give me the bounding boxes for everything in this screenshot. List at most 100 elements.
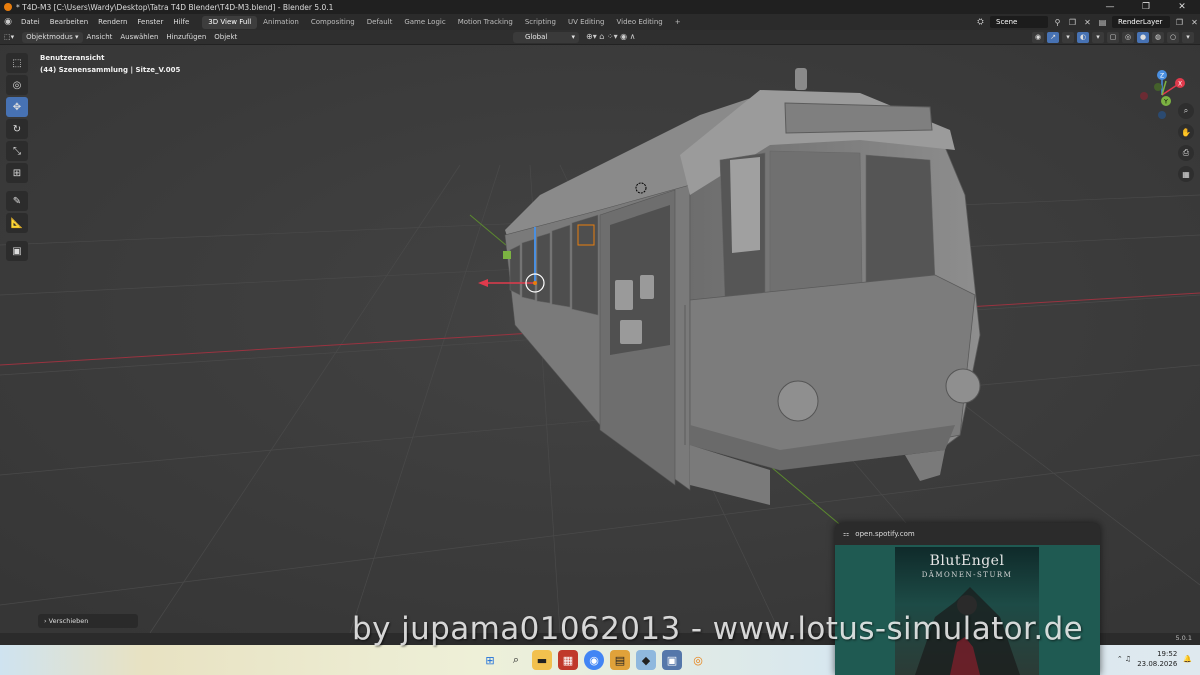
measure-tool-icon[interactable]: 📐 [6, 213, 28, 233]
search-icon[interactable]: ⌕ [506, 650, 526, 670]
delete-scene-icon[interactable]: ✕ [1082, 17, 1093, 28]
title-bar: * T4D-M3 [C:\Users\Wardy\Desktop\Tatra T… [0, 0, 1200, 14]
visibility-icon[interactable]: ◉ [1032, 32, 1044, 43]
viewport-info: Benutzeransicht (44) Szenensammlung | Si… [40, 52, 180, 76]
blender-taskbar-icon[interactable]: ◎ [688, 650, 708, 670]
wireframe-shading-icon[interactable]: ◎ [1122, 32, 1134, 43]
menu-object[interactable]: Objekt [210, 33, 241, 41]
delete-layer-icon[interactable]: ✕ [1189, 17, 1200, 28]
close-button[interactable]: ✕ [1164, 0, 1200, 14]
add-cube-tool-icon[interactable]: ▣ [6, 241, 28, 261]
menu-file[interactable]: Datei [16, 18, 45, 26]
chrome-icon[interactable]: ◉ [584, 650, 604, 670]
tab-video-editing[interactable]: Video Editing [610, 16, 668, 29]
system-tray: ⌃ ♫ 19:52 23.08.2026 🔔 [1117, 649, 1192, 669]
camera-view-icon[interactable]: ⎙ [1178, 145, 1194, 161]
z-axis-label: Z [1160, 73, 1164, 80]
popup-url: open.spotify.com [855, 530, 915, 538]
view-name: Benutzeransicht [40, 54, 105, 62]
perspective-grid-icon[interactable]: ▦ [1178, 166, 1194, 182]
app-icon-3[interactable]: ◆ [636, 650, 656, 670]
tab-3d-view-full[interactable]: 3D View Full [202, 15, 258, 29]
neg-y-axis-ball[interactable] [1154, 83, 1162, 91]
solid-shading-icon[interactable]: ● [1137, 32, 1149, 43]
neg-z-axis-ball[interactable] [1158, 111, 1166, 119]
menu-select[interactable]: Auswählen [116, 33, 162, 41]
top-menu-bar: ◉ Datei Bearbeiten Rendern Fenster Hilfe… [0, 14, 1200, 30]
cursor-tool-icon[interactable]: ◎ [6, 75, 28, 95]
x-axis-label: X [1178, 81, 1182, 88]
maximize-button[interactable]: ❐ [1128, 0, 1164, 14]
zoom-icon[interactable]: ⌕ [1178, 103, 1194, 119]
move-tool-icon[interactable]: ✥ [6, 97, 28, 117]
popup-body: BlutEngel DÄMONEN-STURM [835, 545, 1100, 675]
mode-dropdown[interactable]: Objektmodus ▾ [22, 31, 83, 43]
overlay-toggle-icon[interactable]: ◐ [1077, 32, 1089, 43]
material-shading-icon[interactable]: ◍ [1152, 32, 1164, 43]
new-scene-icon[interactable]: ❐ [1067, 17, 1078, 28]
tab-game-logic[interactable]: Game Logic [398, 16, 451, 29]
add-workspace-button[interactable]: + [669, 16, 687, 29]
transform-tool-icon[interactable]: ⊞ [6, 163, 28, 183]
rotate-tool-icon[interactable]: ↻ [6, 119, 28, 139]
file-explorer-icon[interactable]: ▬ [532, 650, 552, 670]
navigation-buttons: ⌕ ✋ ⎙ ▦ [1178, 103, 1194, 182]
menu-add[interactable]: Hinzufügen [162, 33, 210, 41]
tool-shelf: ⬚ ◎ ✥ ↻ ⤡ ⊞ ✎ 📐 ▣ [6, 53, 28, 261]
last-operator-panel[interactable]: › Verschieben [38, 614, 138, 628]
menu-window[interactable]: Fenster [132, 18, 168, 26]
notification-icon[interactable]: 🔔 [1183, 655, 1192, 663]
scale-tool-icon[interactable]: ⤡ [6, 141, 28, 161]
app-icon-1[interactable]: ▦ [558, 650, 578, 670]
editor-type-icon[interactable]: ⬚▾ [0, 33, 18, 41]
version-label: 5.0.1 [1175, 634, 1192, 642]
tray-icons[interactable]: ⌃ ♫ [1117, 655, 1131, 663]
rendered-shading-icon[interactable]: ○ [1167, 32, 1179, 43]
viewport-shading-controls: ◉ ↗ ▾ ◐ ▾ ▢ ◎ ● ◍ ○ ▾ [1032, 32, 1194, 43]
xray-icon[interactable]: ▢ [1107, 32, 1119, 43]
shading-dropdown-icon[interactable]: ▾ [1182, 32, 1194, 43]
mode-label: Objektmodus [26, 32, 73, 41]
new-layer-icon[interactable]: ❐ [1174, 17, 1185, 28]
pivot-snap-icons[interactable]: ⊕▾ ⌂ ⁘▾ ◉ ∧ [586, 32, 636, 41]
tab-motion-tracking[interactable]: Motion Tracking [452, 16, 519, 29]
app-icon-2[interactable]: ▤ [610, 650, 630, 670]
viewport-header: ⬚▾ Objektmodus ▾ Ansicht Auswählen Hinzu… [0, 30, 1200, 45]
tab-uv-editing[interactable]: UV Editing [562, 16, 611, 29]
app-icon-4[interactable]: ▣ [662, 650, 682, 670]
minimize-button[interactable]: — [1092, 0, 1128, 14]
menu-render[interactable]: Rendern [93, 18, 132, 26]
clock[interactable]: 19:52 23.08.2026 [1137, 649, 1177, 669]
window-controls: — ❐ ✕ [1092, 0, 1200, 14]
menu-help[interactable]: Hilfe [168, 18, 194, 26]
watermark-text: by jupama01062013 - www.lotus-simulator.… [352, 611, 1084, 647]
select-box-tool-icon[interactable]: ⬚ [6, 53, 28, 73]
view-layer-icon[interactable]: ▤ [1097, 17, 1108, 28]
tab-default[interactable]: Default [361, 16, 399, 29]
render-layer-field[interactable]: RenderLayer [1112, 16, 1170, 28]
scene-field[interactable]: Scene [990, 16, 1048, 28]
neg-x-axis-ball[interactable] [1140, 92, 1148, 100]
transform-orientation-dropdown[interactable]: Global ▾ [513, 32, 579, 43]
annotate-tool-icon[interactable]: ✎ [6, 191, 28, 211]
menu-view[interactable]: Ansicht [83, 33, 117, 41]
pin-icon[interactable]: ⚲ [1052, 17, 1063, 28]
spotify-media-popup[interactable]: ⚏ open.spotify.com BlutEngel DÄMONEN-STU… [835, 523, 1100, 675]
start-menu-icon[interactable]: ⊞ [480, 650, 500, 670]
time-label: 19:52 [1157, 650, 1178, 658]
blender-menu-icon[interactable]: ◉ [0, 17, 16, 27]
overlay-dropdown-icon[interactable]: ▾ [1092, 32, 1104, 43]
tab-compositing[interactable]: Compositing [305, 16, 361, 29]
scene-selectors: ⛭ Scene ⚲ ❐ ✕ ▤ RenderLayer ❐ ✕ [975, 14, 1200, 30]
orientation-label: Global [525, 33, 548, 41]
tab-scripting[interactable]: Scripting [519, 16, 562, 29]
gizmo-dropdown-icon[interactable]: ▾ [1062, 32, 1074, 43]
scene-icon[interactable]: ⛭ [975, 17, 986, 28]
window-title: * T4D-M3 [C:\Users\Wardy\Desktop\Tatra T… [16, 2, 334, 12]
pan-hand-icon[interactable]: ✋ [1178, 124, 1194, 140]
menu-edit[interactable]: Bearbeiten [45, 18, 93, 26]
gizmo-toggle-icon[interactable]: ↗ [1047, 32, 1059, 43]
date-label: 23.08.2026 [1137, 660, 1178, 668]
tab-animation[interactable]: Animation [257, 16, 305, 29]
blender-logo-icon [4, 3, 12, 11]
